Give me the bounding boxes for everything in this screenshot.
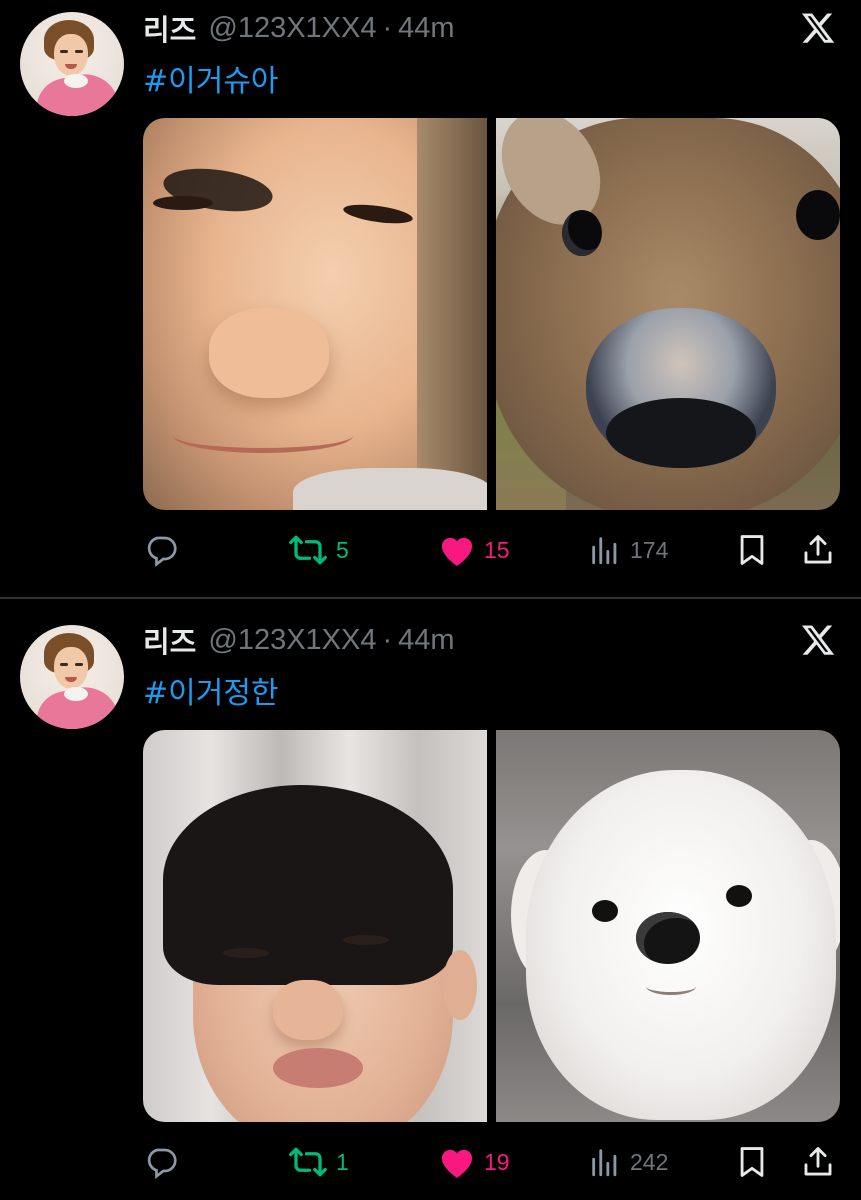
separator: ·	[382, 11, 393, 44]
views-count: 174	[630, 536, 669, 563]
heart-icon	[441, 1149, 473, 1178]
author-handle[interactable]: @123X1XX4	[208, 12, 376, 45]
media-photo-deer[interactable]	[496, 118, 840, 510]
author-name[interactable]: 리즈	[143, 7, 196, 49]
bookmark-button[interactable]	[735, 530, 769, 570]
reply-button[interactable]	[143, 1142, 179, 1182]
media-photo-person[interactable]	[143, 730, 487, 1122]
like-button[interactable]: 15	[438, 530, 510, 570]
share-button[interactable]	[801, 1142, 835, 1182]
views-icon	[592, 1149, 617, 1177]
tweet-text-hashtag[interactable]: #이거정한	[143, 668, 279, 712]
bookmark-button[interactable]	[735, 1142, 769, 1182]
like-count: 19	[484, 1148, 510, 1175]
share-icon	[804, 535, 832, 564]
media-photo-dog[interactable]	[496, 730, 840, 1122]
tweet-header: 리즈 @123X1XX4 · 44m	[143, 620, 455, 660]
x-logo-icon[interactable]	[800, 10, 836, 46]
share-icon	[804, 1147, 832, 1176]
views-button[interactable]: 174	[588, 530, 668, 570]
like-button[interactable]: 19	[438, 1142, 510, 1182]
tweet-header: 리즈 @123X1XX4 · 44m	[143, 8, 455, 48]
separator: ·	[382, 623, 393, 656]
reply-button[interactable]	[143, 530, 179, 570]
tweet-media[interactable]	[143, 730, 840, 1122]
like-count: 15	[484, 536, 510, 563]
timestamp[interactable]: 44m	[398, 624, 454, 657]
views-icon	[592, 537, 617, 565]
retweet-icon	[289, 1147, 327, 1177]
tweet-2[interactable]: 리즈 @123X1XX4 · 44m #이거정한 1 19 242	[0, 599, 861, 1200]
share-button[interactable]	[801, 530, 835, 570]
author-handle[interactable]: @123X1XX4	[208, 624, 376, 657]
retweet-button[interactable]: 5	[288, 530, 349, 570]
retweet-count: 5	[336, 536, 349, 563]
x-logo-icon[interactable]	[800, 622, 836, 658]
views-button[interactable]: 242	[588, 1142, 668, 1182]
heart-icon	[441, 537, 473, 566]
avatar[interactable]	[20, 625, 124, 729]
retweet-icon	[289, 535, 327, 565]
retweet-button[interactable]: 1	[288, 1142, 349, 1182]
media-photo-face[interactable]	[143, 118, 487, 510]
action-bar: 1 19 242	[143, 1142, 840, 1182]
reply-icon	[147, 1148, 177, 1180]
views-count: 242	[630, 1148, 669, 1175]
avatar[interactable]	[20, 12, 124, 116]
timestamp[interactable]: 44m	[398, 12, 454, 45]
author-name[interactable]: 리즈	[143, 619, 196, 661]
bookmark-icon	[740, 1147, 764, 1177]
action-bar: 5 15 174	[143, 530, 840, 570]
bookmark-icon	[740, 535, 764, 565]
reply-icon	[147, 536, 177, 568]
tweet-text-hashtag[interactable]: #이거슈아	[143, 56, 279, 100]
retweet-count: 1	[336, 1148, 349, 1175]
tweet-1[interactable]: 리즈 @123X1XX4 · 44m #이거슈아 5 15 174	[0, 0, 861, 598]
tweet-media[interactable]	[143, 118, 840, 510]
